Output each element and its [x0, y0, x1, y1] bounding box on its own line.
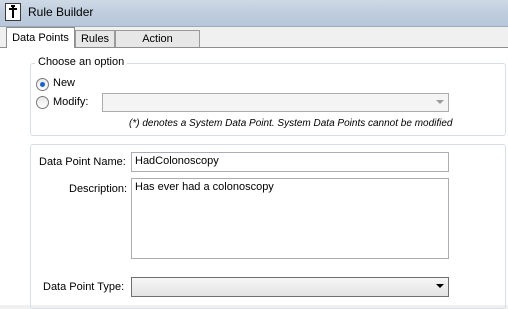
- modify-radio[interactable]: [36, 96, 49, 109]
- tab-strip: Data Points Rules Action Mapping: [0, 27, 508, 61]
- chevron-down-icon: [436, 284, 444, 288]
- title-bar: Rule Builder: [0, 0, 508, 27]
- new-radio-label: New: [53, 77, 76, 89]
- chevron-down-icon: [436, 100, 444, 104]
- data-point-type-label: Data Point Type:: [43, 281, 125, 293]
- option-group-caption: Choose an option: [35, 56, 128, 68]
- tab-page-data-points: Choose an option New Modify: (*) denotes…: [0, 47, 508, 309]
- description-textarea[interactable]: Has ever had a colonoscopy: [131, 178, 449, 259]
- window-title: Rule Builder: [28, 5, 94, 19]
- data-point-name-label: Data Point Name:: [39, 156, 126, 168]
- tab-data-points[interactable]: Data Points: [6, 27, 75, 48]
- data-point-type-select[interactable]: [131, 277, 449, 297]
- new-radio[interactable]: [36, 78, 49, 91]
- description-label: Description:: [69, 183, 128, 195]
- modify-radio-label: Modify:: [53, 96, 89, 108]
- tab-action-mapping[interactable]: Action Mapping: [115, 30, 200, 61]
- app-icon: [5, 3, 21, 21]
- modify-data-point-select[interactable]: [102, 93, 449, 112]
- tab-rules[interactable]: Rules: [75, 30, 115, 47]
- data-point-name-input[interactable]: HadColonoscopy: [131, 152, 449, 172]
- radio-selected-dot: [40, 82, 45, 87]
- system-data-point-note: (*) denotes a System Data Point. System …: [129, 118, 453, 129]
